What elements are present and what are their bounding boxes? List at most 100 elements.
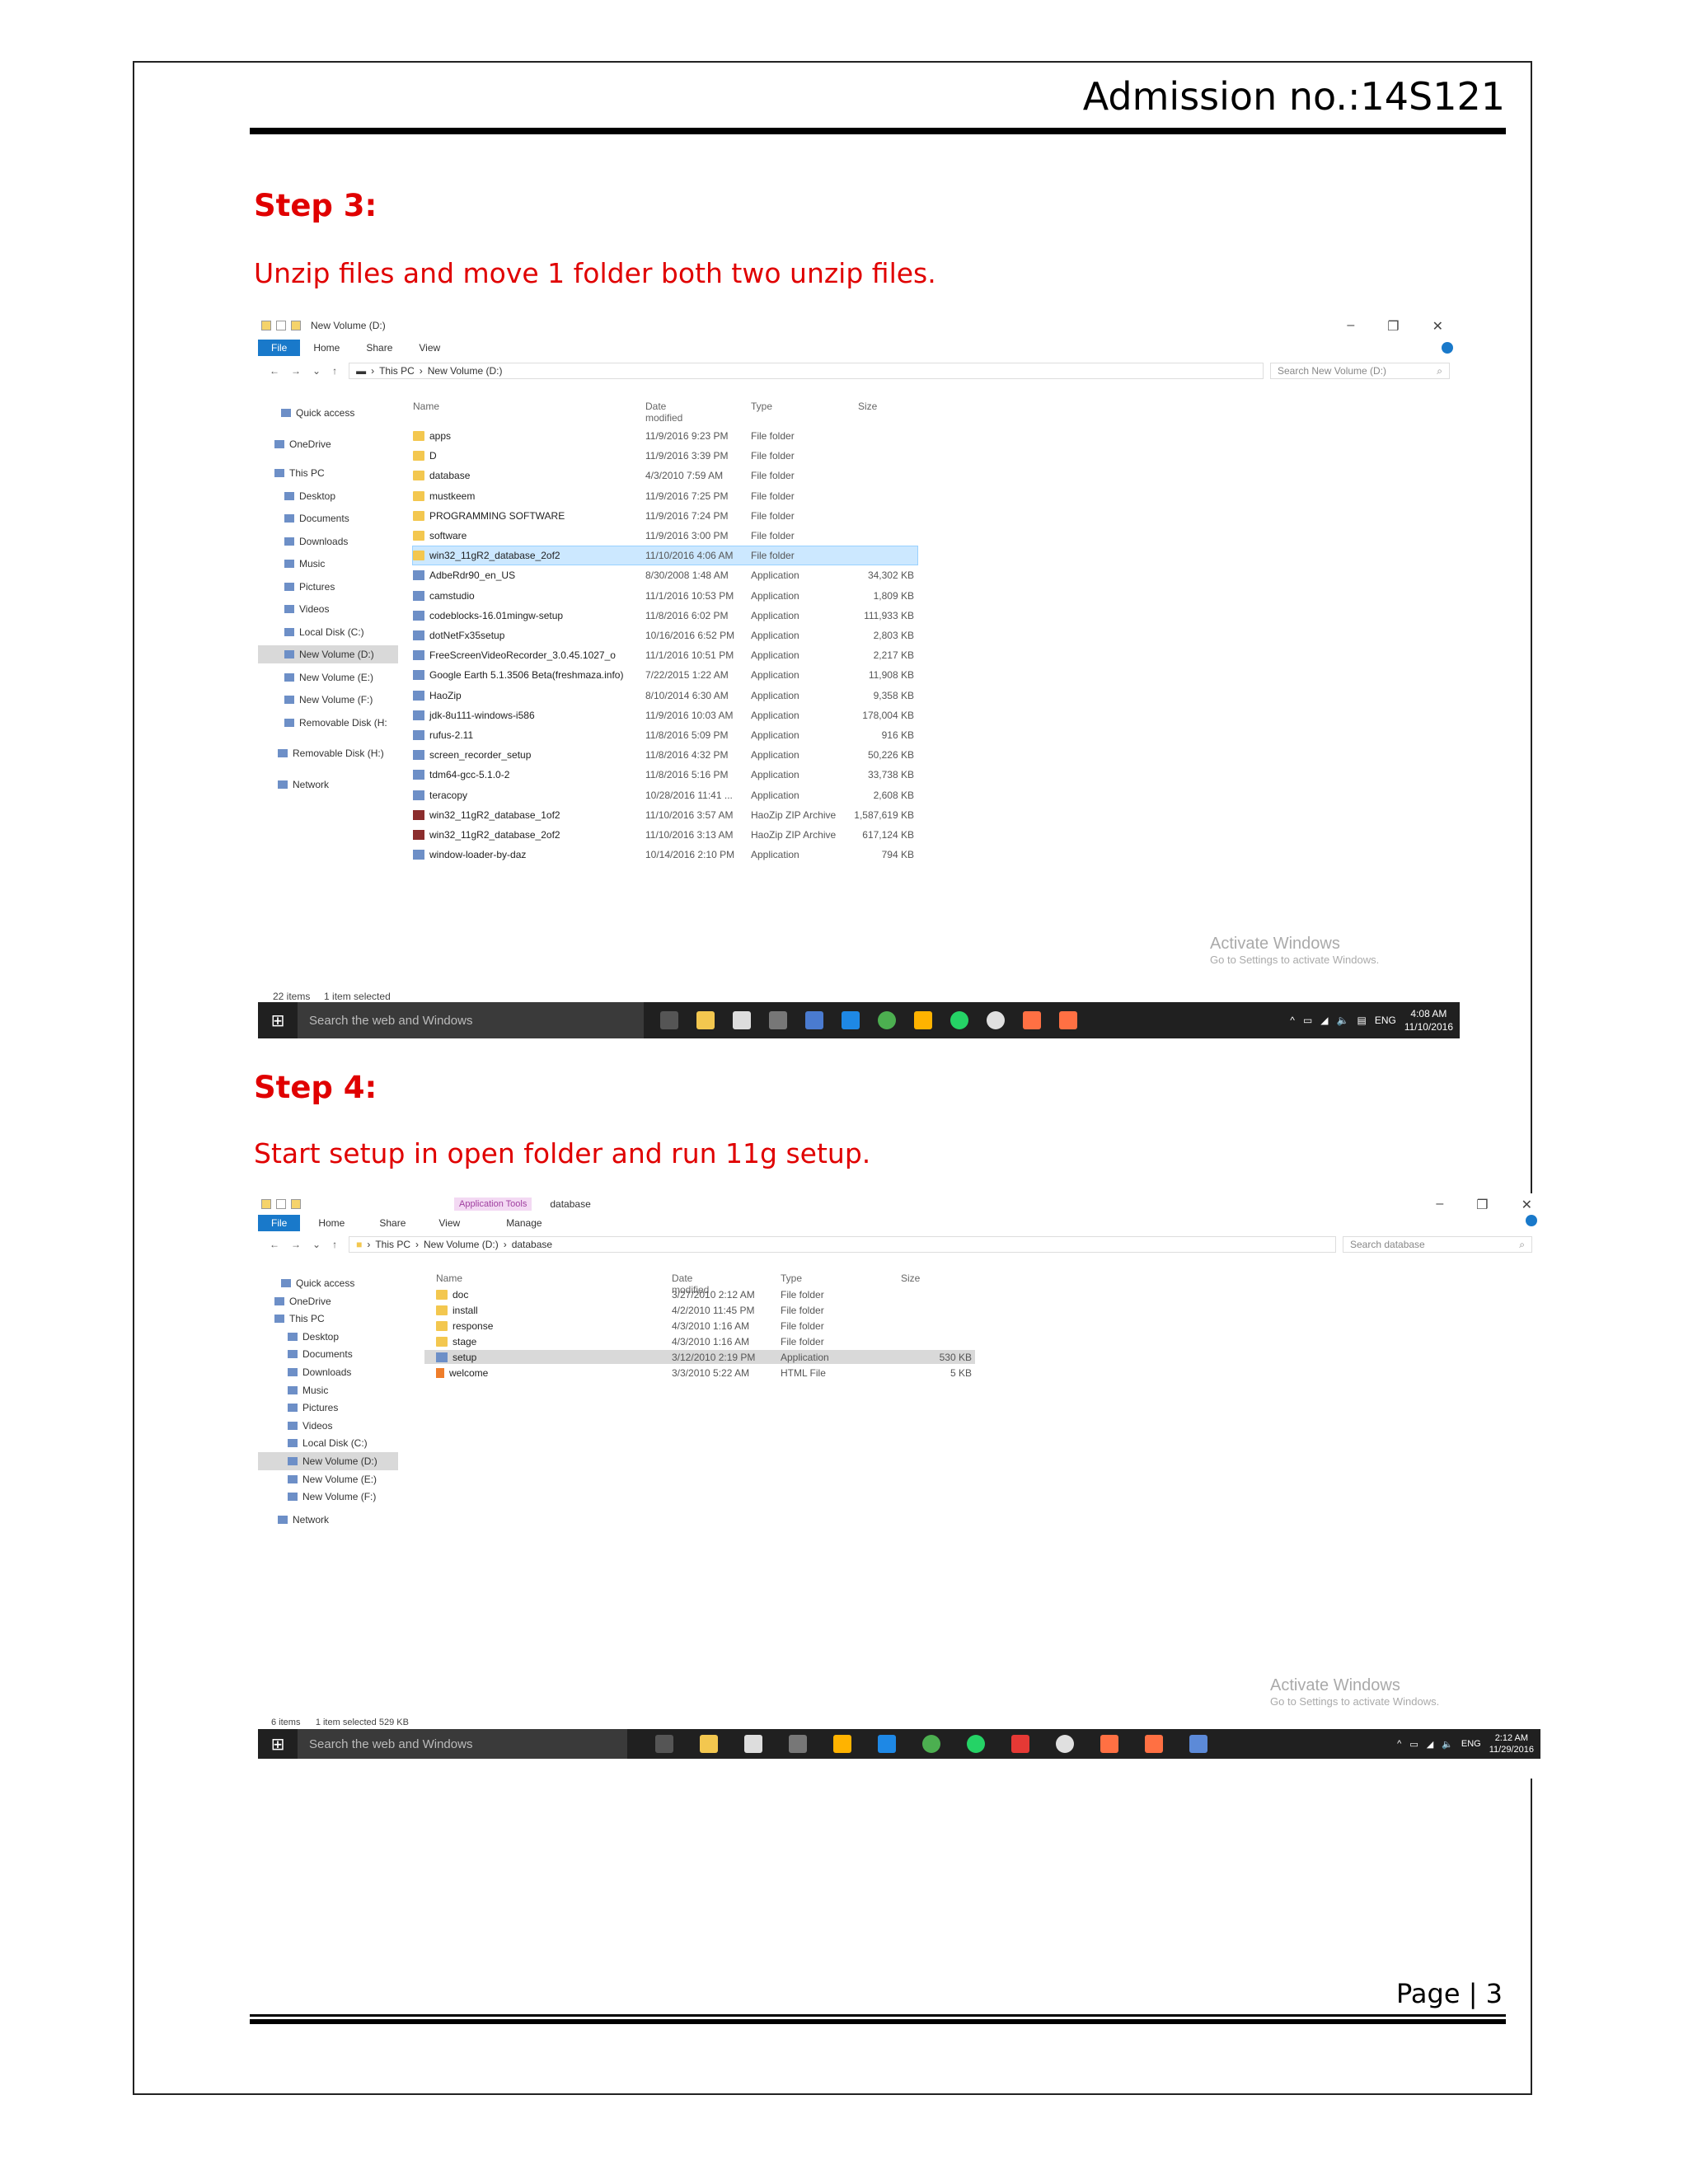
table-row[interactable]: jdk-8u111-windows-i586 11/9/2016 10:03 AM…	[413, 706, 917, 724]
search-box[interactable]: Search database ⌕	[1343, 1236, 1532, 1253]
paint-icon[interactable]	[914, 1011, 932, 1029]
battery-icon[interactable]: ▭	[1303, 1015, 1312, 1026]
task-view-icon[interactable]	[660, 1011, 678, 1029]
edge-icon[interactable]	[878, 1735, 896, 1753]
sidebar-item[interactable]: This PC	[258, 464, 398, 482]
clock[interactable]: 2:12 AM 11/29/2016	[1489, 1732, 1534, 1755]
path-new-volume[interactable]: New Volume (D:)	[424, 1239, 499, 1250]
table-row[interactable]: PROGRAMMING SOFTWARE 11/9/2016 7:24 PM Fil…	[413, 507, 917, 525]
sidebar-item[interactable]: Network	[258, 776, 398, 794]
file-explorer-icon[interactable]	[696, 1011, 715, 1029]
forward-icon[interactable]: →	[291, 1239, 301, 1250]
tab-view[interactable]: View	[422, 1215, 476, 1231]
column-header[interactable]: Type	[751, 401, 772, 412]
sidebar-item[interactable]: Downloads	[258, 1363, 398, 1381]
sidebar-item[interactable]: Music	[258, 555, 398, 573]
sidebar-item[interactable]: Local Disk (C:)	[258, 623, 398, 641]
table-row[interactable]: screen_recorder_setup 11/8/2016 4:32 PM Ap…	[413, 746, 917, 764]
chrome-icon[interactable]	[878, 1011, 896, 1029]
table-row[interactable]: window-loader-by-daz 10/14/2016 2:10 PM Ap…	[413, 846, 917, 864]
restore-icon[interactable]: ❐	[1476, 1197, 1488, 1213]
sidebar-item[interactable]: Desktop	[258, 1328, 398, 1346]
media-icon[interactable]	[987, 1011, 1005, 1029]
media-icon[interactable]	[1056, 1735, 1074, 1753]
sidebar-item[interactable]: Music	[258, 1381, 398, 1399]
sidebar-item[interactable]: Local Disk (C:)	[258, 1434, 398, 1452]
table-row[interactable]: win32_11gR2_database_2of2 11/10/2016 3:13…	[413, 826, 917, 844]
task-view-icon[interactable]	[655, 1735, 673, 1753]
office-icon[interactable]	[1100, 1735, 1118, 1753]
sidebar-item[interactable]: Removable Disk (H:	[258, 714, 398, 732]
volume-icon[interactable]: 🔈	[1337, 1015, 1349, 1026]
column-header[interactable]: Name	[413, 401, 439, 412]
chevron-up-icon[interactable]: ^	[1397, 1739, 1401, 1749]
table-row[interactable]: apps 11/9/2016 9:23 PM File folder	[413, 427, 917, 445]
table-row[interactable]: FreeScreenVideoRecorder_3.0.45.1027_o 11/…	[413, 646, 917, 664]
minimize-icon[interactable]: –	[1436, 1197, 1443, 1213]
winrar-icon[interactable]	[1011, 1735, 1029, 1753]
sidebar-item[interactable]: OneDrive	[258, 1292, 398, 1310]
new-folder-icon[interactable]	[291, 1199, 301, 1209]
back-icon[interactable]: ←	[270, 1239, 279, 1250]
application-tools-tab[interactable]: Application Tools	[454, 1197, 532, 1211]
table-row[interactable]: welcome 3/3/2010 5:22 AM HTML File 5 KB	[424, 1366, 975, 1380]
column-header[interactable]: Type	[781, 1272, 802, 1284]
close-icon[interactable]: ✕	[1432, 318, 1443, 335]
tab-home[interactable]: Home	[300, 1215, 363, 1231]
language[interactable]: ENG	[1461, 1739, 1481, 1749]
sidebar-item[interactable]: Pictures	[258, 1399, 398, 1417]
sidebar-item[interactable]: Videos	[258, 1417, 398, 1435]
table-row[interactable]: dotNetFx35setup 10/16/2016 6:52 PM Applica…	[413, 626, 917, 644]
office-icon[interactable]	[1023, 1011, 1041, 1029]
keyboard-icon[interactable]: ▤	[1357, 1015, 1366, 1026]
sidebar-item[interactable]: New Volume (E:)	[258, 668, 398, 687]
paint-icon[interactable]	[833, 1735, 851, 1753]
volume-icon[interactable]: 🔈	[1442, 1739, 1453, 1750]
sidebar-item[interactable]: Quick access	[258, 1274, 398, 1292]
forward-icon[interactable]: →	[291, 365, 301, 377]
table-row[interactable]: win32_11gR2_database_2of2 11/10/2016 4:06…	[412, 546, 918, 566]
column-header[interactable]: Name	[436, 1272, 462, 1284]
start-icon[interactable]: ⊞	[258, 1729, 298, 1759]
new-folder-icon[interactable]	[291, 321, 301, 330]
path-this-pc[interactable]: This PC	[379, 365, 415, 377]
column-header[interactable]: Date modified	[645, 401, 682, 424]
column-header[interactable]: Size	[858, 401, 877, 412]
recent-chevron-icon[interactable]: ⌄	[312, 1239, 321, 1250]
path-new-volume[interactable]: New Volume (D:)	[428, 365, 503, 377]
clock[interactable]: 4:08 AM 11/10/2016	[1404, 1007, 1453, 1033]
table-row[interactable]: camstudio 11/1/2016 10:53 PM Application 1,…	[413, 587, 917, 605]
tab-manage[interactable]: Manage	[476, 1215, 571, 1231]
table-row[interactable]: mustkeem 11/9/2016 7:25 PM File folder	[413, 487, 917, 505]
close-icon[interactable]: ✕	[1522, 1197, 1532, 1213]
taskbar-search[interactable]: Search the web and Windows	[298, 1729, 627, 1759]
whatsapp-icon[interactable]	[950, 1011, 968, 1029]
whatsapp-icon[interactable]	[967, 1735, 985, 1753]
sidebar-item[interactable]: Downloads	[258, 532, 398, 551]
restore-icon[interactable]: ❐	[1387, 318, 1399, 335]
tab-home[interactable]: Home	[300, 340, 353, 356]
taskbar-search[interactable]: Search the web and Windows	[298, 1002, 644, 1038]
network-icon[interactable]: ◢	[1427, 1739, 1433, 1750]
sidebar-item[interactable]: Network	[258, 1511, 398, 1529]
table-row[interactable]: win32_11gR2_database_1of2 11/10/2016 3:57…	[413, 806, 917, 824]
table-row[interactable]: stage 4/3/2010 1:16 AM File folder	[424, 1334, 975, 1348]
sidebar-item[interactable]: Documents	[258, 1345, 398, 1363]
table-row[interactable]: teracopy 10/28/2016 11:41 ... Application 2…	[413, 786, 917, 804]
table-row[interactable]: codeblocks-16.01mingw-setup 11/8/2016 6:0…	[413, 607, 917, 625]
tab-share[interactable]: Share	[353, 340, 406, 356]
sidebar-item[interactable]: Documents	[258, 509, 398, 527]
sidebar-item[interactable]: New Volume (F:)	[258, 1488, 398, 1506]
sidebar-item[interactable]: Quick access	[258, 404, 398, 422]
properties-icon[interactable]	[276, 321, 286, 330]
help-icon[interactable]	[1526, 1215, 1537, 1226]
sidebar-item[interactable]: This PC	[258, 1310, 398, 1328]
sidebar-item[interactable]: OneDrive	[258, 435, 398, 453]
app-icon[interactable]	[805, 1011, 823, 1029]
chrome-icon[interactable]	[922, 1735, 940, 1753]
table-row[interactable]: response 4/3/2010 1:16 AM File folder	[424, 1319, 975, 1333]
sidebar-item[interactable]: Pictures	[258, 578, 398, 596]
store-icon[interactable]	[733, 1011, 751, 1029]
office-icon-2[interactable]	[1145, 1735, 1163, 1753]
installer-icon[interactable]	[1189, 1735, 1207, 1753]
